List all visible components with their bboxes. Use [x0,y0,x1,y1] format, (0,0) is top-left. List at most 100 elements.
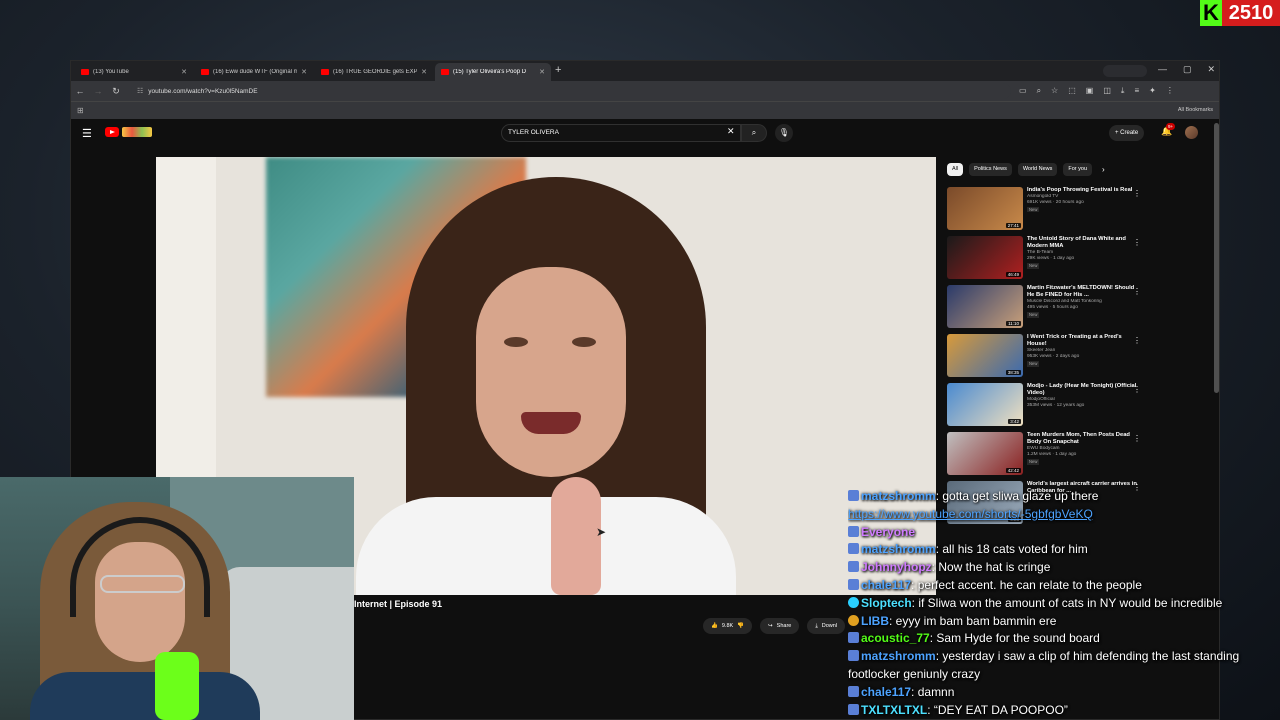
minimize-icon[interactable]: — [1158,64,1167,75]
maximize-icon[interactable]: ▢ [1183,64,1192,75]
tab-youtube[interactable]: (13) YouTube ✕ [75,63,193,81]
clear-search-icon[interactable]: ✕ [727,126,735,137]
profile-pill[interactable] [1103,65,1147,77]
viewer-count: 2510 [1222,0,1280,26]
video-actions: 👍 9.8K 👎 ↪ Share ⤓ Downl [703,618,846,634]
recommendation-meta: Martin Fitzwater's MELTDOWN! Should He B… [1027,285,1137,334]
chip-world-news[interactable]: World News [1017,163,1058,176]
voice-search-button[interactable]: 🎙 [775,124,793,142]
video-thumbnail[interactable]: 11:10 [947,285,1023,328]
split-icon[interactable]: ◫ [1103,86,1111,96]
bookmark-manager-icon[interactable]: ✦ [1149,86,1156,96]
chat-message: chale117: perfect accent. he can relate … [848,577,1280,595]
star-icon[interactable]: ☆ [1051,86,1058,96]
chat-username[interactable]: matzshromm [861,489,936,503]
video-thumbnail[interactable]: 27:41 [947,187,1023,230]
chat-badge-icon [848,525,859,537]
reload-icon[interactable]: ↻ [107,86,125,97]
site-info-icon[interactable]: ☷ [137,87,143,95]
view-stats: 29K views · 1 day ago [1027,256,1075,262]
more-options-icon[interactable]: ⋮ [1133,434,1141,443]
chat-username[interactable]: Johnnyhopz [861,560,932,574]
more-options-icon[interactable]: ⋮ [1133,189,1141,198]
chat-username[interactable]: acoustic_77 [861,631,930,645]
search-input[interactable]: TYLER OLIVERA [501,124,741,142]
recommendation-item[interactable]: 38:35 I Went Trick or Treating at a Pred'… [947,334,1141,383]
chat-text: : “DEY EAT DA POOPOO” [927,702,1068,717]
avatar[interactable] [1185,126,1198,139]
more-options-icon[interactable]: ⋮ [1133,287,1141,296]
video-thumbnail[interactable]: 38:35 [947,334,1023,377]
more-options-icon[interactable]: ⋮ [1133,238,1141,247]
forward-icon[interactable]: → [89,86,107,96]
recommendation-title[interactable]: India's Poop Throwing Festival is Real [1027,187,1137,194]
tab-tyler-oliveira[interactable]: (15) Tyler Oliveira's Poop D ✕ [435,63,551,81]
chat-username[interactable]: matzshromm [861,542,936,556]
close-window-icon[interactable]: ✕ [1207,64,1215,75]
address-bar[interactable]: ☷ youtube.com/watch?v=Kzu0l5NamDE [131,83,1011,99]
recommendation-title[interactable]: Martin Fitzwater's MELTDOWN! Should He B… [1027,285,1137,299]
recommendation-item[interactable]: 27:41 India's Poop Throwing Festival is R… [947,187,1141,236]
youtube-favicon-icon [321,69,329,75]
toolbar-icons: ▭ ⌕ ☆ ⬚ ▣ ◫ ⤓ ≡ ✦ ⋮ [1019,86,1174,96]
download-icon[interactable]: ⤓ [1121,86,1125,96]
like-button[interactable]: 👍 9.8K 👎 [703,618,753,634]
download-button[interactable]: ⤓ Downl [807,618,846,634]
chat-username[interactable]: Sloptech [861,596,912,610]
extensions-icon[interactable]: ⬚ [1068,86,1076,96]
thumbs-down-icon[interactable]: 👎 [737,623,744,629]
video-hands [551,477,601,595]
more-options-icon[interactable]: ⋮ [1133,385,1141,394]
apps-grid-icon[interactable]: ⊞ [77,106,84,115]
recommendation-item[interactable]: 11:10 Martin Fitzwater's MELTDOWN! Should… [947,285,1141,334]
chat-username[interactable]: LIBB [861,614,889,628]
media-icon[interactable]: ≡ [1134,86,1139,96]
menu-icon[interactable]: ⋮ [1166,86,1174,96]
sidebar-icon[interactable]: ▣ [1086,86,1094,96]
tab-strip: (13) YouTube ✕ (16) Eww dude WTF (Origin… [71,61,1219,81]
recommendation-title[interactable]: Teen Murders Mom, Then Posts Dead Body O… [1027,432,1137,446]
webcam-hoodie [30,672,260,720]
recommendation-item[interactable]: 3:42 Modjo - Lady (Hear Me Tonight) (Offi… [947,383,1141,432]
chat-link[interactable]: https://www.youtube.com/shorts/-5gbfgbVe… [848,507,1093,521]
recommendation-title[interactable]: Modjo - Lady (Hear Me Tonight) (Official… [1027,383,1137,397]
share-button[interactable]: ↪ Share [760,618,800,634]
recommendation-title[interactable]: The Untold Story of Dana White and Moder… [1027,236,1137,250]
close-tab-icon[interactable]: ✕ [181,68,187,76]
video-thumbnail[interactable]: 46:49 [947,236,1023,279]
all-bookmarks[interactable]: All Bookmarks [1178,107,1213,113]
more-options-icon[interactable]: ⋮ [1133,336,1141,345]
kick-logo: K 2510 [1200,0,1280,26]
recommendation-item[interactable]: 46:49 The Untold Story of Dana White and … [947,236,1141,285]
chip-all[interactable]: All [947,163,964,176]
view-stats: 953K views · 2 days ago [1027,354,1080,360]
video-thumbnail[interactable]: 42:42 [947,432,1023,475]
tab-true-geordie[interactable]: (16) TRUE GEORDIE gets EXPO ✕ [315,63,433,81]
chat-username[interactable]: chale117 [861,578,911,592]
tab-eww-dude[interactable]: (16) Eww dude WTF (Original m ✕ [195,63,313,81]
close-tab-icon[interactable]: ✕ [421,68,427,76]
kick-letter: K [1200,0,1222,26]
duration-badge: 27:41 [1005,223,1021,228]
close-tab-icon[interactable]: ✕ [539,68,545,76]
chevron-right-icon[interactable]: › [1102,163,1105,176]
chat-username[interactable]: Everyone [861,525,915,539]
close-tab-icon[interactable]: ✕ [301,68,307,76]
new-tab-icon[interactable]: + [555,64,561,76]
youtube-logo[interactable] [105,127,152,137]
recommendation-title[interactable]: I Went Trick or Treating at a Pred's Hou… [1027,334,1137,348]
zoom-icon[interactable]: ⌕ [1037,86,1041,96]
back-icon[interactable]: ← [71,86,89,96]
hamburger-menu-icon[interactable]: ☰ [82,127,92,140]
chat-username[interactable]: chale117 [861,685,911,699]
scrollbar[interactable] [1214,123,1219,393]
search-button[interactable]: ⌕ [741,124,767,142]
chat-username[interactable]: TXLTXLTXL [861,703,927,717]
chip-politics-news[interactable]: Politics News [969,163,1012,176]
chip-for-you[interactable]: For you [1063,163,1093,176]
create-button[interactable]: + Create [1109,125,1145,141]
cast-icon[interactable]: ▭ [1019,86,1027,96]
recommendation-item[interactable]: 42:42 Teen Murders Mom, Then Posts Dead B… [947,432,1141,481]
chat-username[interactable]: matzshromm [861,649,936,663]
video-thumbnail[interactable]: 3:42 [947,383,1023,426]
